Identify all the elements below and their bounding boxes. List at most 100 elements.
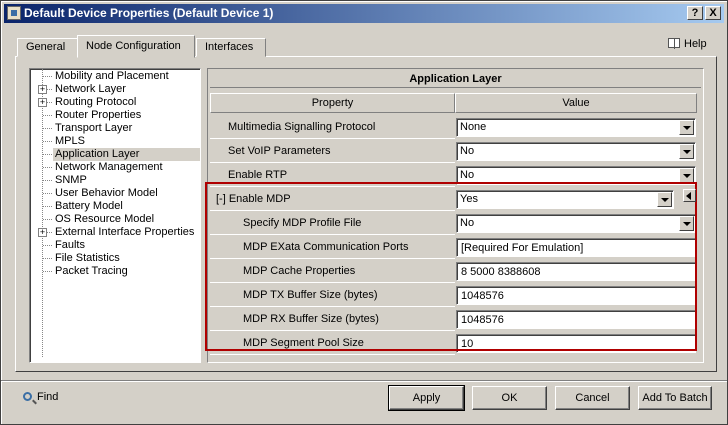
value-input[interactable] bbox=[456, 238, 696, 257]
tree-connector bbox=[43, 76, 52, 77]
expand-plus-icon[interactable]: + bbox=[38, 228, 47, 237]
tree-item[interactable]: SNMP bbox=[30, 174, 200, 187]
property-label: Enable RTP bbox=[210, 163, 455, 187]
property-label: MDP Cache Properties bbox=[210, 259, 455, 283]
close-button[interactable]: X bbox=[705, 6, 721, 20]
tree-item-label: Application Layer bbox=[53, 148, 200, 161]
chevron-down-icon[interactable] bbox=[679, 168, 694, 183]
value-dropdown[interactable]: None bbox=[456, 118, 696, 137]
book-icon bbox=[668, 38, 680, 49]
value-dropdown[interactable]: Yes bbox=[456, 190, 674, 209]
value-cell: No bbox=[456, 139, 697, 163]
property-row: MDP TX Buffer Size (bytes) bbox=[210, 283, 697, 307]
value-cell: Yes bbox=[456, 187, 697, 211]
apply-button[interactable]: Apply bbox=[388, 385, 465, 411]
value-cell: No bbox=[456, 211, 697, 235]
tree-item-label: Faults bbox=[55, 239, 85, 251]
value-input[interactable] bbox=[456, 310, 696, 329]
value-cell: No bbox=[456, 163, 697, 187]
add-to-batch-button[interactable]: Add To Batch bbox=[638, 386, 712, 410]
tree-item[interactable]: Network Management bbox=[30, 161, 200, 174]
chevron-down-icon[interactable] bbox=[679, 120, 694, 135]
tree-connector bbox=[43, 206, 52, 207]
value-dropdown[interactable]: No bbox=[456, 142, 696, 161]
property-label: Multimedia Signalling Protocol bbox=[210, 115, 455, 139]
ok-button[interactable]: OK bbox=[472, 386, 547, 410]
tree-item-label: Battery Model bbox=[55, 200, 123, 212]
property-label: Set VoIP Parameters bbox=[210, 139, 455, 163]
value-input[interactable] bbox=[456, 286, 696, 305]
chevron-down-icon[interactable] bbox=[679, 216, 694, 231]
help-link[interactable]: Help bbox=[668, 38, 707, 50]
app-icon bbox=[7, 6, 21, 20]
tree-item[interactable]: File Statistics bbox=[30, 252, 200, 265]
property-row: Multimedia Signalling Protocol None bbox=[210, 115, 697, 139]
title-bar[interactable]: Default Device Properties (Default Devic… bbox=[4, 4, 724, 23]
tree-connector bbox=[43, 115, 52, 116]
value-dropdown[interactable]: No bbox=[456, 214, 696, 233]
value-input[interactable] bbox=[456, 262, 696, 281]
dropdown-value: No bbox=[460, 169, 475, 181]
help-title-button[interactable]: ? bbox=[687, 6, 703, 20]
tree-connector bbox=[43, 154, 52, 155]
tab-interfaces[interactable]: Interfaces bbox=[196, 38, 266, 57]
find-button[interactable]: Find bbox=[23, 391, 58, 403]
column-header-value[interactable]: Value bbox=[455, 93, 697, 113]
tree-item[interactable]: Packet Tracing bbox=[30, 265, 200, 278]
tree-item[interactable]: + External Interface Properties bbox=[30, 226, 200, 239]
tree-item-label: Packet Tracing bbox=[55, 265, 128, 277]
tree-connector bbox=[43, 141, 52, 142]
grid-title: Application Layer bbox=[210, 71, 701, 88]
tree-item-label: Transport Layer bbox=[55, 122, 133, 134]
tab-node-configuration[interactable]: Node Configuration bbox=[77, 35, 195, 58]
find-label: Find bbox=[37, 391, 59, 403]
chevron-down-icon[interactable] bbox=[679, 144, 694, 159]
help-label: Help bbox=[684, 38, 707, 50]
collapse-arrow-icon[interactable] bbox=[683, 189, 696, 202]
tree-item[interactable]: Router Properties bbox=[30, 109, 200, 122]
tree-item[interactable]: OS Resource Model bbox=[30, 213, 200, 226]
property-label: MDP RX Buffer Size (bytes) bbox=[210, 307, 455, 331]
tree-item[interactable]: + Routing Protocol bbox=[30, 96, 200, 109]
tree-item-label: External Interface Properties bbox=[55, 226, 195, 238]
tab-label: Interfaces bbox=[205, 41, 254, 53]
tree-item[interactable]: MPLS bbox=[30, 135, 200, 148]
tree-item-label: OS Resource Model bbox=[55, 213, 155, 225]
magnifier-icon bbox=[23, 392, 32, 401]
property-row: MDP Segment Pool Size bbox=[210, 331, 697, 355]
tree-connector bbox=[43, 180, 52, 181]
cancel-button[interactable]: Cancel bbox=[555, 386, 630, 410]
dropdown-value: No bbox=[460, 145, 475, 157]
tree-item-label: Mobility and Placement bbox=[55, 70, 169, 82]
expand-plus-icon[interactable]: + bbox=[38, 98, 47, 107]
property-label[interactable]: [-] Enable MDP bbox=[210, 187, 455, 211]
window-title: Default Device Properties (Default Devic… bbox=[24, 6, 274, 20]
value-dropdown[interactable]: No bbox=[456, 166, 696, 185]
value-input[interactable] bbox=[456, 334, 696, 353]
tree-item[interactable]: Mobility and Placement bbox=[30, 70, 200, 83]
property-row: MDP Cache Properties bbox=[210, 259, 697, 283]
category-tree[interactable]: Mobility and Placement + Network Layer + Rou… bbox=[29, 68, 201, 363]
column-header-property[interactable]: Property bbox=[210, 93, 455, 113]
tab-general[interactable]: General bbox=[17, 38, 78, 57]
property-label: MDP TX Buffer Size (bytes) bbox=[210, 283, 455, 307]
value-cell: None bbox=[456, 115, 697, 139]
expand-plus-icon[interactable]: + bbox=[38, 85, 47, 94]
property-row: Set VoIP Parameters No bbox=[210, 139, 697, 163]
tree-item[interactable]: Battery Model bbox=[30, 200, 200, 213]
value-cell bbox=[456, 235, 697, 259]
dropdown-value: Yes bbox=[460, 193, 478, 205]
tree-connector bbox=[43, 219, 52, 220]
tree-item[interactable]: Transport Layer bbox=[30, 122, 200, 135]
tab-label: General bbox=[26, 41, 66, 53]
property-row: MDP EXata Communication Ports bbox=[210, 235, 697, 259]
tree-item[interactable]: User Behavior Model bbox=[30, 187, 200, 200]
chevron-down-icon[interactable] bbox=[657, 192, 672, 207]
tree-item[interactable]: + Network Layer bbox=[30, 83, 200, 96]
dropdown-value: None bbox=[460, 121, 487, 133]
tree-item[interactable]: Faults bbox=[30, 239, 200, 252]
tree-connector bbox=[43, 271, 52, 272]
property-row: [-] Enable MDP Yes bbox=[210, 187, 697, 211]
tree-item[interactable]: Application Layer bbox=[30, 148, 200, 161]
tree-connector bbox=[43, 193, 52, 194]
